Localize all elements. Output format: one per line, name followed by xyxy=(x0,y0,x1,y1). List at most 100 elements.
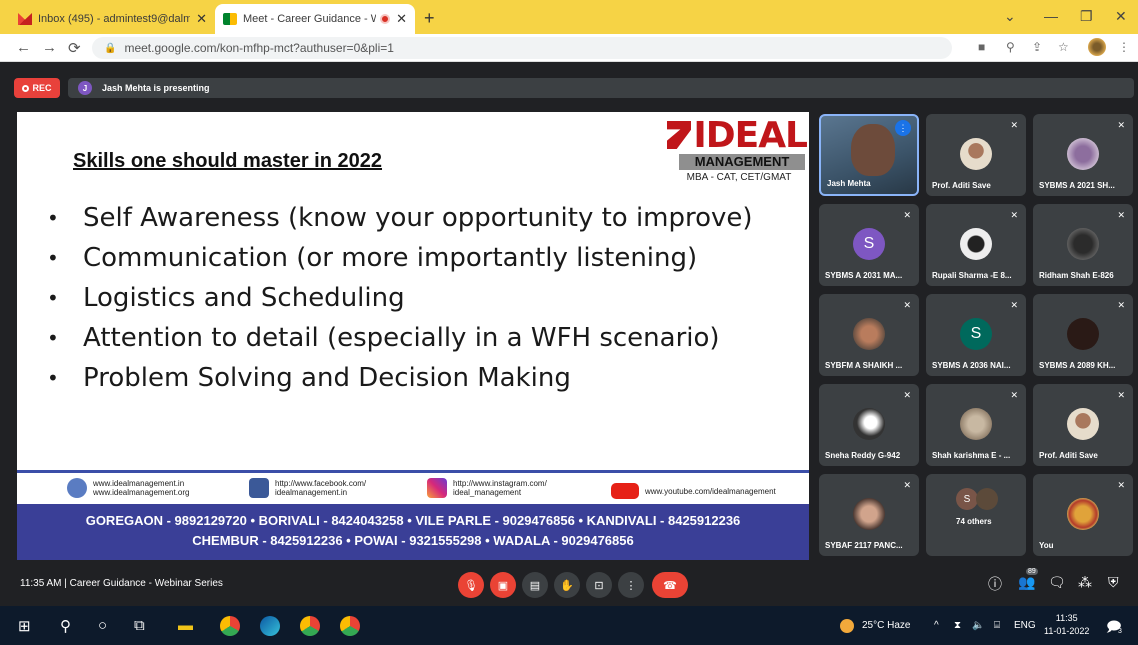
reload-button[interactable]: ⟳ xyxy=(68,39,81,57)
presenting-text: Jash Mehta is presenting xyxy=(102,83,210,93)
participant-tile-presenter[interactable]: ⋮ Jash Mehta xyxy=(819,114,919,196)
info-icon[interactable]: ⓘ xyxy=(988,574,1002,594)
facebook-icon xyxy=(249,478,269,498)
share-icon[interactable]: ⇪ xyxy=(1032,40,1042,54)
captions-icon: ▤ xyxy=(529,579,541,592)
screen: Inbox (495) - admintest9@dalmia ✕ Meet -… xyxy=(0,0,1138,645)
bookmark-star-icon[interactable]: ☆ xyxy=(1058,40,1069,54)
avatar xyxy=(1067,408,1099,440)
search-icon[interactable]: ⚲ xyxy=(60,617,71,635)
bullet-item: • Communication (or more importantly list… xyxy=(47,243,698,273)
zoom-icon[interactable]: ⚲ xyxy=(1006,40,1015,54)
mic-off-icon: ✕ xyxy=(1117,300,1125,310)
people-count-badge: 89 xyxy=(1026,568,1038,575)
participant-tile[interactable]: ✕ Sneha Reddy G-942 xyxy=(819,384,919,466)
volume-icon[interactable]: 🔈 xyxy=(972,620,984,631)
participant-tile[interactable]: ✕ SYBFM A SHAIKH ... xyxy=(819,294,919,376)
participant-tile[interactable]: ✕ Prof. Aditi Save xyxy=(1033,384,1133,466)
present-button[interactable]: ⊡ xyxy=(586,572,612,598)
menu-kebab-icon[interactable]: ⋮ xyxy=(1118,40,1130,54)
tab-meet[interactable]: Meet - Career Guidance - W ✕ xyxy=(215,4,415,34)
participant-tile[interactable]: ✕ Prof. Aditi Save xyxy=(926,114,1026,196)
others-tile[interactable]: S 74 others xyxy=(926,474,1026,556)
presentation-slide: Skills one should master in 2022 • Self A… xyxy=(17,112,809,560)
restore-button[interactable]: ❐ xyxy=(1080,8,1093,25)
participant-tile[interactable]: ✕ SYBMS A 2089 KH... xyxy=(1033,294,1133,376)
people-icon[interactable]: 👥 xyxy=(1018,574,1035,591)
ideal-logo: IDEAL MANAGEMENT MBA - CAT, CET/GMAT xyxy=(667,115,808,188)
edge-icon[interactable] xyxy=(260,616,280,636)
chrome-icon[interactable] xyxy=(340,616,360,636)
chevron-up-icon[interactable]: ^ xyxy=(934,620,939,631)
mic-off-icon: ✕ xyxy=(903,480,911,490)
back-button[interactable]: ← xyxy=(16,39,31,56)
chrome-icon[interactable] xyxy=(220,616,240,636)
task-view-icon[interactable]: ⧉ xyxy=(134,617,145,634)
camera-toggle-button[interactable]: ▣ xyxy=(490,572,516,598)
host-controls-icon[interactable]: ⛨ xyxy=(1108,574,1119,591)
leave-call-button[interactable]: ☎ xyxy=(652,572,688,598)
windows-start-icon[interactable]: ⊞ xyxy=(18,617,31,635)
avatar xyxy=(853,318,885,350)
bullet-item: • Attention to detail (especially in a WF… xyxy=(47,323,720,353)
avatar: S xyxy=(853,228,885,260)
language-indicator[interactable]: ENG xyxy=(1014,620,1036,631)
participant-tile[interactable]: ✕ S SYBMS A 2031 MA... xyxy=(819,204,919,286)
camera-icon[interactable]: ■ xyxy=(978,40,985,54)
participant-tile[interactable]: ✕ SYBMS A 2021 SH... xyxy=(1033,114,1133,196)
mic-off-icon: 🎙 xyxy=(464,579,478,592)
participant-tile[interactable]: ✕ Ridham Shah E-826 xyxy=(1033,204,1133,286)
clock[interactable]: 11:35 11-01-2022 xyxy=(1044,612,1089,638)
notification-count: 3 xyxy=(1118,628,1122,635)
minimize-button[interactable]: — xyxy=(1044,8,1058,24)
avatar: S xyxy=(956,488,978,510)
chat-icon[interactable]: 🗨 xyxy=(1048,574,1066,591)
new-tab-button[interactable]: + xyxy=(424,8,435,29)
raise-hand-button[interactable]: ✋ xyxy=(554,572,580,598)
mic-off-icon: ✕ xyxy=(1010,390,1018,400)
browser-tab-strip: Inbox (495) - admintest9@dalmia ✕ Meet -… xyxy=(0,0,1138,34)
more-options-button[interactable]: ⋮ xyxy=(618,572,644,598)
network-icon[interactable]: ⧗ xyxy=(954,620,961,631)
participant-video xyxy=(851,124,895,176)
participant-tile[interactable]: ✕ Rupali Sharma -E 8... xyxy=(926,204,1026,286)
url-input[interactable]: 🔒 meet.google.com/kon-mfhp-mct?authuser=… xyxy=(92,37,952,59)
mic-off-icon: ✕ xyxy=(1117,480,1125,490)
avatar xyxy=(960,228,992,260)
chevron-down-icon[interactable]: ⌄ xyxy=(1004,8,1016,25)
profile-avatar[interactable] xyxy=(1088,38,1106,56)
weather-text[interactable]: 25°C Haze xyxy=(862,620,910,631)
presenting-banner: J Jash Mehta is presenting xyxy=(68,78,1134,98)
bullet-item: • Logistics and Scheduling xyxy=(47,283,405,313)
avatar xyxy=(853,408,885,440)
participant-tile[interactable]: ✕ S SYBMS A 2036 NAI... xyxy=(926,294,1026,376)
close-icon[interactable]: ✕ xyxy=(196,11,207,27)
youtube-link: www.youtube.com/idealmanagement xyxy=(611,483,776,499)
activities-icon[interactable]: ⁂ xyxy=(1078,574,1092,591)
branch-contacts: GOREGAON - 9892129720 • BORIVALI - 84240… xyxy=(17,504,809,560)
participant-tile[interactable]: ✕ SYBAF 2117 PANC... xyxy=(819,474,919,556)
close-icon[interactable]: ✕ xyxy=(396,11,407,27)
tab-gmail[interactable]: Inbox (495) - admintest9@dalmia ✕ xyxy=(10,4,215,34)
wifi-icon[interactable]: ⌸ xyxy=(994,620,1000,631)
chrome-icon[interactable] xyxy=(300,616,320,636)
cortana-icon[interactable]: ○ xyxy=(98,617,107,634)
meet-icon xyxy=(223,13,237,25)
captions-button[interactable]: ▤ xyxy=(522,572,548,598)
hand-icon: ✋ xyxy=(560,579,574,592)
avatar xyxy=(1067,228,1099,260)
participant-tile[interactable]: ✕ Shah karishma E - ... xyxy=(926,384,1026,466)
ideal-logo-mark-icon xyxy=(667,121,692,149)
participant-tile-self[interactable]: ✕ You xyxy=(1033,474,1133,556)
mic-off-icon: ✕ xyxy=(1010,300,1018,310)
avatar xyxy=(1067,138,1099,170)
forward-button[interactable]: → xyxy=(42,39,57,56)
facebook-link: http://www.facebook.com/idealmanagement.… xyxy=(249,478,366,498)
mic-toggle-button[interactable]: 🎙 xyxy=(458,572,484,598)
globe-icon xyxy=(67,478,87,498)
avatar xyxy=(1067,318,1099,350)
avatar xyxy=(853,498,885,530)
hang-up-icon: ☎ xyxy=(663,579,677,592)
file-explorer-icon[interactable]: ▬ xyxy=(178,617,193,634)
close-window-button[interactable]: ✕ xyxy=(1115,8,1127,25)
